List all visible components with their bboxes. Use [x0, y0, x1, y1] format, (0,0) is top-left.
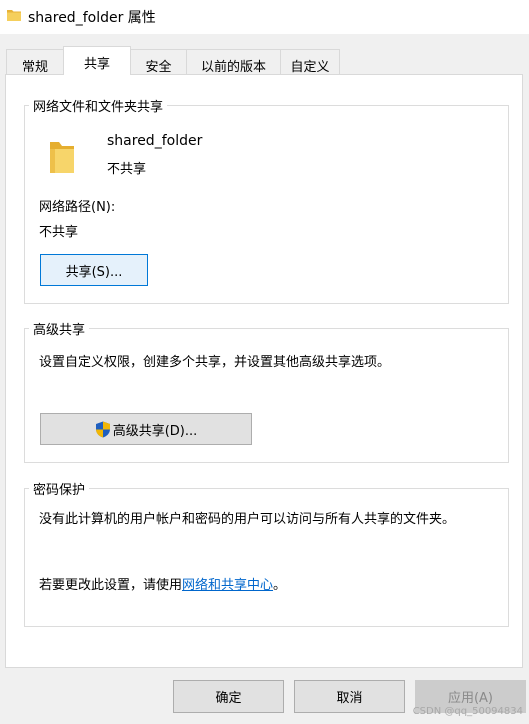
ok-button[interactable]: 确定 [173, 680, 284, 713]
tab-label: 安全 [145, 60, 172, 75]
folder-share-status: 不共享 [107, 162, 147, 177]
tab-customize[interactable]: 自定义 [280, 49, 340, 75]
folder-name: shared_folder [107, 133, 203, 149]
folder-icon [7, 10, 21, 21]
password-protection-description: 没有此计算机的用户帐户和密码的用户可以访问与所有人共享的文件夹。 [39, 512, 456, 527]
advanced-sharing-description: 设置自定义权限，创建多个共享，并设置其他高级共享选项。 [39, 355, 391, 370]
tab-previous-versions[interactable]: 以前的版本 [186, 49, 281, 75]
title-bar: shared_folder 属性 [0, 0, 529, 34]
folder-icon [50, 142, 74, 173]
change-setting-text: 若要更改此设置，请使用网络和共享中心。 [39, 574, 286, 593]
tab-label: 以前的版本 [200, 60, 266, 75]
tab-label: 共享 [83, 57, 110, 72]
network-path-value: 不共享 [39, 225, 79, 240]
password-protection-title: 密码保护 [29, 479, 90, 498]
uac-shield-icon [95, 421, 110, 437]
network-path-label: 网络路径(N): [39, 200, 116, 215]
network-sharing-group: 网络文件和文件夹共享 shared_folder 不共享 网络路径(N): 不共… [24, 96, 509, 304]
share-button[interactable]: 共享(S)... [40, 254, 148, 286]
cancel-button[interactable]: 取消 [294, 680, 405, 713]
advanced-sharing-button[interactable]: 高级共享(D)... [40, 413, 252, 445]
change-setting-suffix: 。 [273, 578, 287, 593]
sharing-pane: 网络文件和文件夹共享 shared_folder 不共享 网络路径(N): 不共… [5, 74, 523, 668]
password-protection-group: 密码保护 没有此计算机的用户帐户和密码的用户可以访问与所有人共享的文件夹。 若要… [24, 479, 509, 627]
tab-general[interactable]: 常规 [6, 49, 64, 75]
network-sharing-title: 网络文件和文件夹共享 [29, 96, 168, 115]
advanced-sharing-button-label: 高级共享(D)... [112, 423, 198, 439]
advanced-sharing-group: 高级共享 设置自定义权限，创建多个共享，并设置其他高级共享选项。 高级共享(D)… [24, 319, 509, 463]
tab-security[interactable]: 安全 [130, 49, 187, 75]
tab-sharing[interactable]: 共享 [63, 46, 131, 75]
change-setting-prefix: 若要更改此设置，请使用 [39, 578, 183, 593]
window-title: shared_folder 属性 [28, 10, 156, 26]
watermark: CSDN @qq_50094834 [412, 706, 523, 717]
network-sharing-center-link[interactable]: 网络和共享中心 [182, 578, 273, 593]
tab-label: 自定义 [290, 60, 330, 75]
tab-label: 常规 [21, 60, 48, 75]
advanced-sharing-title: 高级共享 [29, 319, 90, 338]
